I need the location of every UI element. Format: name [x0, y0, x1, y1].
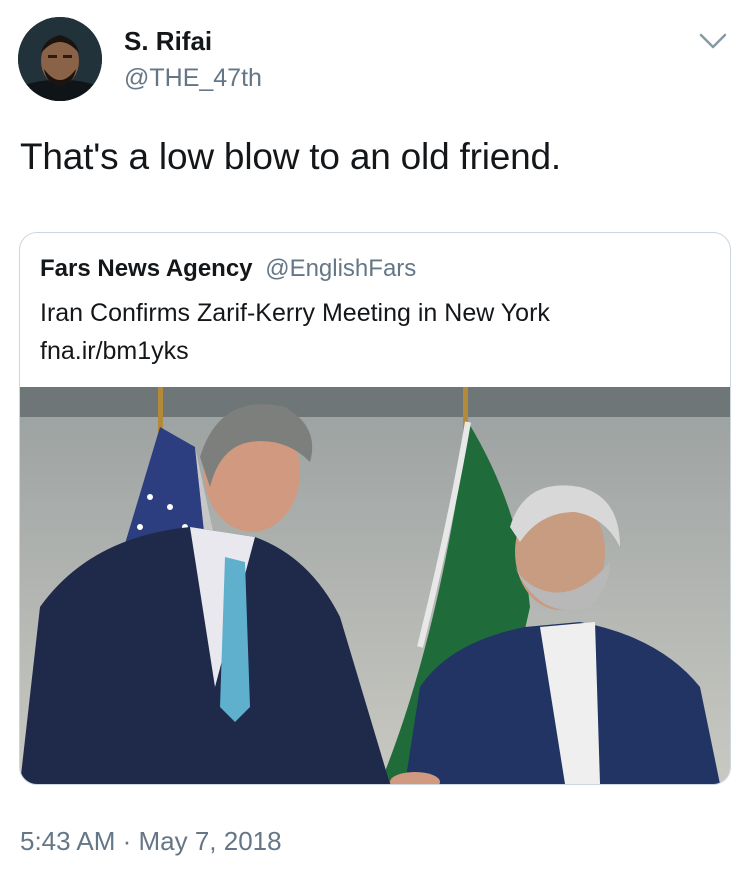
chevron-down-icon[interactable]	[697, 28, 729, 54]
avatar[interactable]	[18, 17, 102, 101]
quoted-tweet-header: Fars News Agency @EnglishFars	[40, 255, 416, 283]
quoted-tweet-photo[interactable]	[20, 387, 730, 784]
quoted-tweet[interactable]: Fars News Agency @EnglishFars Iran Confi…	[19, 232, 731, 785]
quoted-tweet-link[interactable]: fna.ir/bm1yks	[40, 337, 189, 366]
quoted-author-handle[interactable]: @EnglishFars	[265, 255, 416, 282]
timestamp[interactable]: 5:43 AM · May 7, 2018	[20, 826, 282, 857]
quoted-tweet-text: Iran Confirms Zarif-Kerry Meeting in New…	[40, 299, 550, 327]
author-handle[interactable]: @THE_47th	[124, 64, 262, 93]
quoted-author-name[interactable]: Fars News Agency	[40, 255, 253, 282]
avatar-image	[18, 17, 102, 101]
tweet-text: That's a low blow to an old friend.	[20, 136, 561, 177]
author-name[interactable]: S. Rifai	[124, 26, 212, 57]
